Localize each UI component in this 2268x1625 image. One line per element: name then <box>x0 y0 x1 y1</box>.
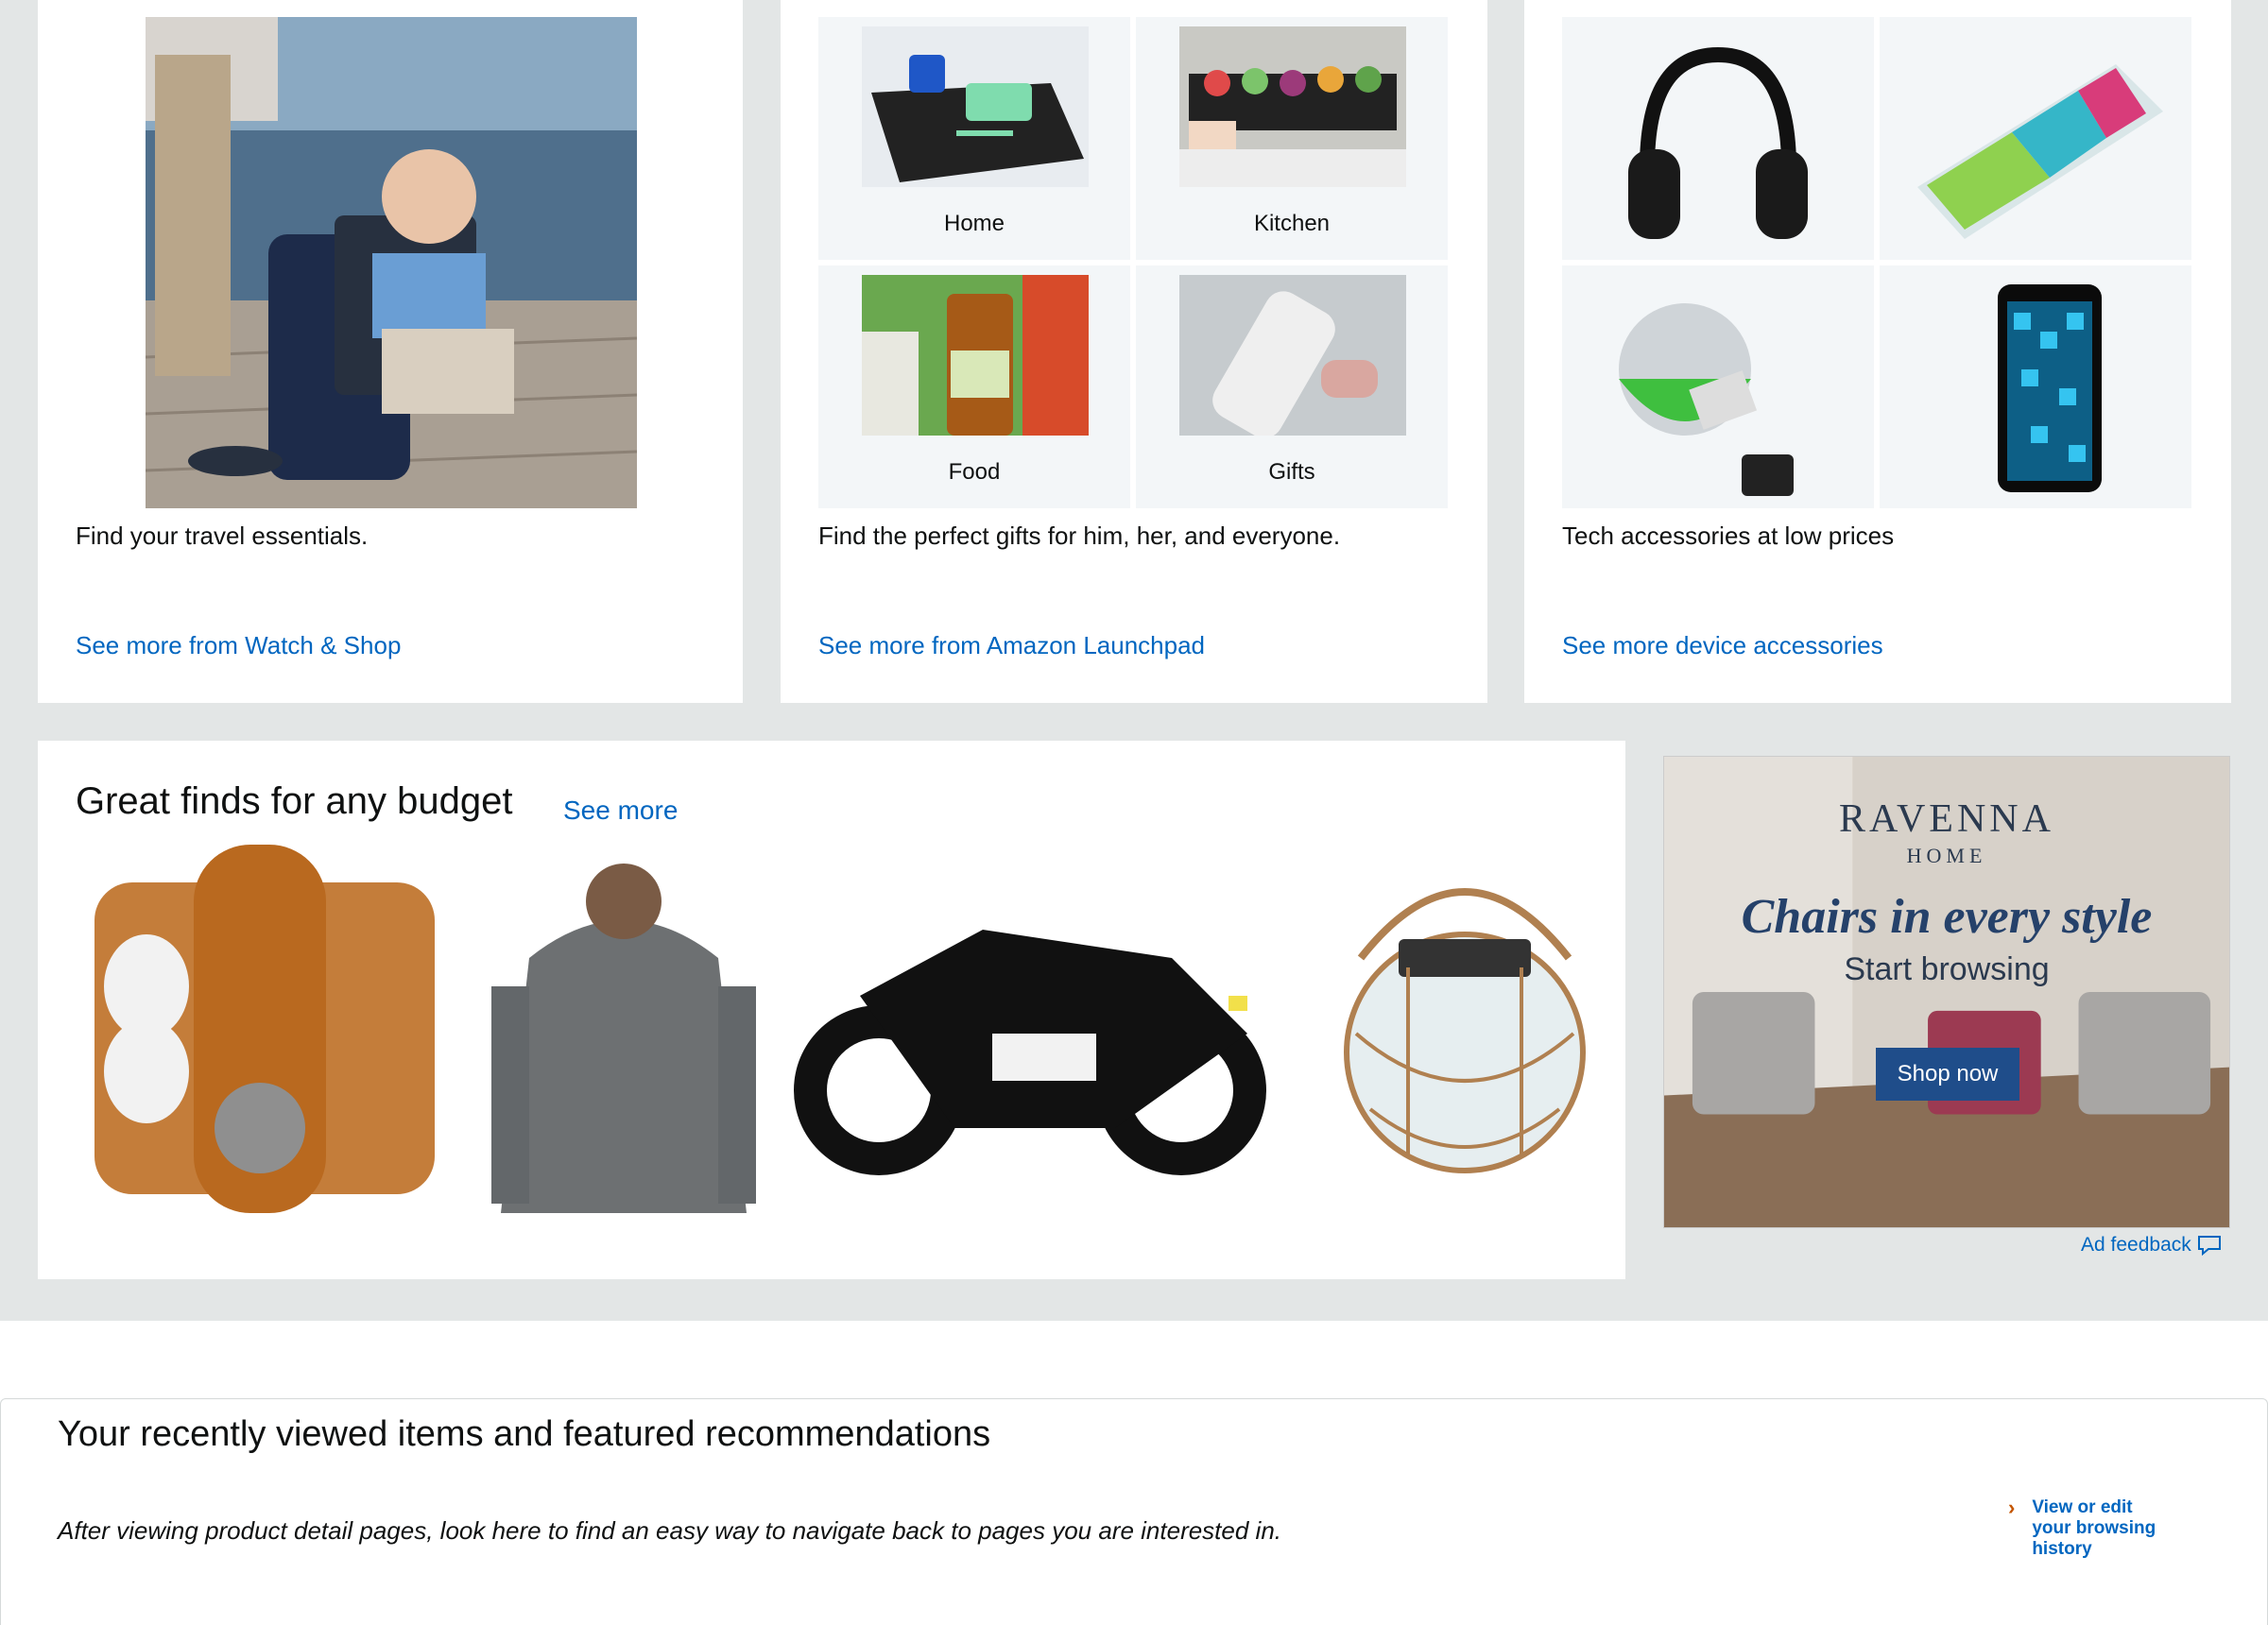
solar-jar-light-item[interactable] <box>1304 845 1588 1232</box>
tile-gifts[interactable]: Gifts <box>1136 265 1448 508</box>
hoodie-item[interactable] <box>491 845 756 1232</box>
edit-browsing-history-link[interactable]: View or edit your browsing history <box>2032 1497 2174 1560</box>
headphones-icon <box>1581 26 1855 249</box>
ad-brand-sub: HOME <box>1906 844 1987 867</box>
tile-home[interactable]: Home <box>818 17 1130 260</box>
speech-bubble-icon <box>2197 1235 2222 1257</box>
travel-card: Find your travel essentials. See more fr… <box>38 0 743 703</box>
budget-carousel <box>76 845 1625 1232</box>
travel-image[interactable] <box>146 17 637 508</box>
keyboard-icon <box>1899 26 2173 249</box>
ad-brand: RAVENNA <box>1839 797 2054 841</box>
tile-gifts-label: Gifts <box>1268 459 1315 485</box>
tile-home-label: Home <box>943 211 1005 236</box>
tile-phone-case[interactable] <box>1880 265 2191 508</box>
tile-food-label: Food <box>948 459 1001 485</box>
see-more-device-accessories-link[interactable]: See more device accessories <box>1562 631 1883 660</box>
home-thumb <box>862 26 1089 187</box>
ad-shop-now-button[interactable]: Shop now <box>1876 1048 2019 1101</box>
recently-viewed-section: Your recently viewed items and featured … <box>0 1321 2268 1625</box>
recently-viewed-panel: Your recently viewed items and featured … <box>0 1398 2268 1625</box>
tech-card: Tech accessories at low prices See more … <box>1524 0 2231 703</box>
ravenna-ad[interactable]: RAVENNA HOME Chairs in every style Start… <box>1663 756 2230 1228</box>
budget-see-more-link[interactable]: See more <box>563 795 678 826</box>
tile-food[interactable]: Food <box>818 265 1130 508</box>
browsing-history-block: › View or edit your browsing history <box>2008 1497 2174 1560</box>
ad-headline: Chairs in every style <box>1741 890 2153 944</box>
budget-title: Great finds for any budget <box>76 780 513 822</box>
food-thumb <box>862 275 1089 436</box>
ad-feedback-label: Ad feedback <box>2081 1234 2191 1256</box>
chevron-right-icon: › <box>2008 1496 2016 1519</box>
launchpad-caption: Find the perfect gifts for him, her, and… <box>818 522 1341 550</box>
tile-kitchen[interactable]: Kitchen <box>1136 17 1448 260</box>
ad-subheadline: Start browsing <box>1844 951 2050 987</box>
travel-caption: Find your travel essentials. <box>76 522 369 550</box>
phone-case-icon <box>1899 275 2173 498</box>
gifts-thumb <box>1179 275 1406 436</box>
budget-card: Great finds for any budget See more <box>38 741 1625 1279</box>
see-more-launchpad-link[interactable]: See more from Amazon Launchpad <box>818 631 1205 660</box>
tile-keyboard-cover[interactable] <box>1880 17 2191 260</box>
tile-disco-light[interactable] <box>1562 265 1874 508</box>
see-more-watch-shop-link[interactable]: See more from Watch & Shop <box>76 631 401 660</box>
motorcycle-usb-item[interactable] <box>775 845 1285 1232</box>
disco-light-icon <box>1581 275 1855 498</box>
cable-organizer-item[interactable] <box>76 845 463 1232</box>
recently-viewed-description: After viewing product detail pages, look… <box>58 1516 1282 1545</box>
recently-viewed-title: Your recently viewed items and featured … <box>58 1414 991 1454</box>
tile-headphones[interactable] <box>1562 17 1874 260</box>
ad-feedback-link[interactable]: Ad feedback <box>2081 1234 2222 1257</box>
tech-accessory-grid <box>1562 17 2191 508</box>
kitchen-thumb <box>1179 26 1406 187</box>
tile-kitchen-label: Kitchen <box>1253 211 1331 236</box>
launchpad-card: Home Kitchen Food Gifts Find the perfect… <box>781 0 1487 703</box>
gift-category-grid: Home Kitchen Food Gifts <box>818 17 1448 508</box>
tech-caption: Tech accessories at low prices <box>1562 522 1895 550</box>
